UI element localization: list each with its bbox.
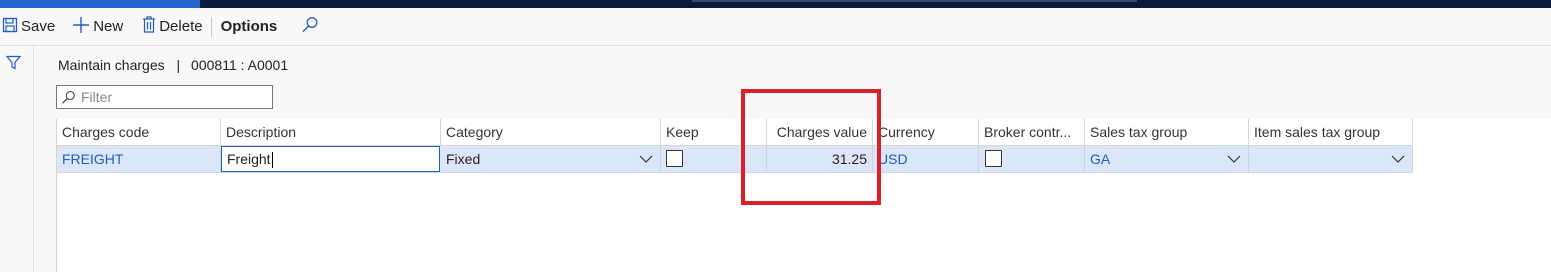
description-value: Freight — [227, 151, 271, 167]
delete-button[interactable]: Delete — [142, 8, 203, 45]
delete-label: Delete — [159, 18, 203, 35]
search-icon — [301, 16, 319, 38]
record-identifier: 000811 : A0001 — [191, 57, 289, 73]
save-icon — [2, 17, 18, 37]
options-tab[interactable]: Options — [221, 8, 278, 45]
text-caret — [271, 152, 273, 169]
charges-grid: Charges code Description Category Keep C… — [56, 119, 1551, 272]
trash-icon — [142, 16, 156, 37]
filter-input[interactable] — [79, 88, 272, 106]
broker-contribution-checkbox[interactable] — [985, 150, 1002, 167]
description-cell[interactable]: Freight — [221, 146, 441, 172]
caption-separator: | — [176, 57, 181, 73]
action-separator — [210, 16, 212, 37]
charges-code-cell[interactable]: FREIGHT — [57, 146, 221, 172]
column-header-charges-value[interactable]: Charges value — [767, 119, 873, 145]
broker-contribution-cell — [979, 146, 1085, 172]
table-row[interactable]: FREIGHT Freight Fixed 31.25 USD GA — [57, 146, 1413, 173]
page-caption: Maintain charges | 000811 : A0001 — [58, 57, 288, 73]
column-header-broker-contribution[interactable]: Broker contr... — [979, 119, 1085, 145]
category-value: Fixed — [446, 151, 481, 167]
keep-checkbox[interactable] — [666, 150, 683, 167]
action-pane: Save New Delete Options — [0, 8, 1551, 46]
app-top-bar — [0, 0, 1551, 8]
column-header-charges-code[interactable]: Charges code — [57, 119, 221, 145]
new-label: New — [93, 18, 124, 35]
column-header-category[interactable]: Category — [441, 119, 661, 145]
column-header-item-sales-tax-group[interactable]: Item sales tax group — [1249, 119, 1413, 145]
top-bar-accent — [0, 0, 200, 8]
save-label: Save — [21, 18, 56, 35]
currency-cell[interactable]: USD — [873, 146, 979, 172]
page-title: Maintain charges — [58, 57, 165, 73]
grid-header: Charges code Description Category Keep C… — [57, 119, 1413, 146]
charges-value-cell[interactable]: 31.25 — [767, 146, 873, 172]
left-rail — [0, 46, 34, 272]
column-header-description[interactable]: Description — [221, 119, 441, 145]
new-button[interactable]: New — [72, 8, 123, 45]
options-label: Options — [220, 18, 278, 35]
plus-icon — [72, 16, 90, 38]
filter-box[interactable] — [56, 85, 273, 109]
chevron-down-icon[interactable] — [1226, 146, 1242, 172]
sales-tax-group-cell[interactable]: GA — [1085, 146, 1249, 172]
item-sales-tax-group-cell[interactable] — [1249, 146, 1413, 172]
chevron-down-icon[interactable] — [638, 146, 654, 172]
column-header-keep[interactable]: Keep — [661, 119, 767, 145]
top-bar-search-strip — [692, 0, 1137, 2]
content-area: Maintain charges | 000811 : A0001 Charge… — [34, 46, 1551, 272]
search-button[interactable] — [301, 8, 322, 45]
description-input[interactable]: Freight — [221, 146, 440, 172]
filter-funnel-icon[interactable] — [5, 55, 22, 75]
save-button[interactable]: Save — [2, 8, 55, 45]
column-header-sales-tax-group[interactable]: Sales tax group — [1085, 119, 1249, 145]
search-icon — [61, 90, 76, 105]
chevron-down-icon[interactable] — [1390, 146, 1406, 172]
column-header-currency[interactable]: Currency — [873, 119, 979, 145]
keep-cell — [661, 146, 767, 172]
category-cell[interactable]: Fixed — [441, 146, 661, 172]
sales-tax-group-value: GA — [1090, 151, 1111, 167]
